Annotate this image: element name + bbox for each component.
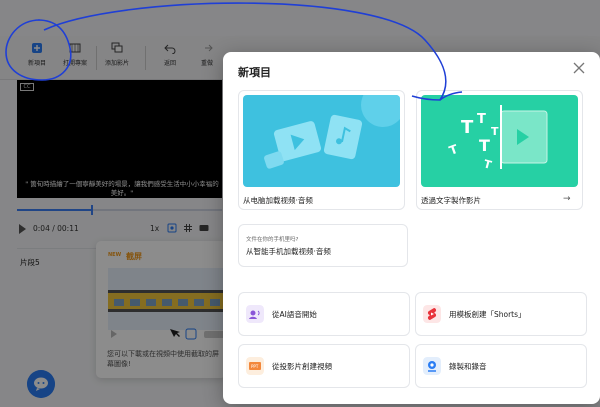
video-preview[interactable]: CC " 箇旬時描繪了一個寧靜美好的場景，讓我們感受生活中小小幸福的美好。" [17, 80, 222, 198]
shorts-label: 用模板創建「Shorts」 [449, 310, 526, 319]
redo-label: 重做 [200, 60, 213, 67]
tooltip-title: 截屏 [126, 252, 142, 261]
slides-label: 從投影片創建視頻 [272, 362, 332, 371]
shorts-icon [423, 305, 441, 323]
train-window [130, 299, 140, 306]
grid-icon[interactable] [183, 223, 193, 233]
caption-icon[interactable]: CC [20, 83, 34, 91]
train-window [162, 299, 172, 306]
add-clip-icon [111, 42, 123, 53]
clip-label: 片段5 [20, 258, 40, 267]
close-icon[interactable] [572, 61, 586, 75]
dialog-title: 新項目 [238, 66, 271, 79]
train-image [108, 290, 226, 312]
back-label: 返回 [163, 60, 176, 67]
playback-time: 0:04 / 00:11 [33, 224, 79, 233]
svg-text:PPT: PPT [251, 364, 259, 369]
plus-icon [32, 43, 42, 53]
screenshot-icon[interactable] [167, 223, 177, 233]
train-window [210, 299, 220, 306]
create-from-slides-option[interactable]: PPT 從投影片創建視頻 [238, 344, 410, 388]
new-project-dialog: 新項目 从电脑加载视频·音频 T T T T T T 透過文字製作影片 → 文件… [223, 52, 600, 404]
new-badge: NEW [108, 252, 122, 258]
text-card-label: 透過文字製作影片 [421, 196, 481, 205]
screenshot-tooltip: NEW 截屏 您可以下載或在視頻中使用截取的屏幕圖像! [96, 241, 226, 378]
add-clip-label: 添加影片 [104, 60, 129, 67]
text-to-video-card[interactable]: T T T T T T 透過文字製作影片 → [416, 90, 583, 210]
train-window [194, 299, 204, 306]
play-icon[interactable] [19, 224, 26, 234]
video-subtitle: " 箇旬時描繪了一個寧靜美好的場景，讓我們感受生活中小小幸福的美好。" [25, 180, 219, 197]
record-label: 錄製和錄音 [449, 362, 487, 371]
chat-button[interactable] [27, 370, 55, 398]
train-window [178, 299, 188, 306]
tooltip-text: 您可以下載或在視頻中使用截取的屏幕圖像! [107, 350, 219, 368]
film-icon [69, 43, 81, 53]
open-project-label: 打開專案 [62, 60, 87, 67]
tooltip-player-bar [111, 328, 226, 340]
svg-text:T: T [491, 125, 499, 138]
phone-action: 从智能手机加载视频·音频 [246, 247, 331, 256]
slides-icon: PPT [246, 357, 264, 375]
record-icon [423, 357, 441, 375]
text-to-video-illustration: T T T T T T [421, 95, 578, 187]
upload-from-computer-card[interactable]: 从电脑加载视频·音频 [238, 90, 405, 210]
start-with-ai-voice-option[interactable]: 從AI語音開始 [238, 292, 410, 336]
tooltip-illustration [108, 268, 226, 330]
record-option[interactable]: 錄製和錄音 [415, 344, 587, 388]
playback-progress[interactable] [17, 205, 222, 215]
svg-text:T: T [479, 136, 490, 155]
arrow-right-icon: → [563, 194, 571, 204]
undo-icon [164, 44, 176, 54]
add-clip-button[interactable]: 添加影片 [92, 42, 142, 76]
svg-text:T: T [477, 112, 486, 127]
playback-speed[interactable]: 1x [150, 224, 159, 233]
train-window [146, 299, 156, 306]
svg-text:T: T [461, 117, 474, 138]
ai-voice-label: 從AI語音開始 [272, 310, 317, 319]
upload-card-label: 从电脑加载视频·音频 [243, 196, 313, 205]
redo-icon [205, 44, 213, 52]
upload-illustration [243, 95, 400, 187]
subtitle-icon[interactable] [199, 223, 209, 233]
create-shorts-option[interactable]: 用模板創建「Shorts」 [415, 292, 587, 336]
phone-question: 文件在你的手机里吗? [246, 237, 299, 243]
progress-fill [17, 209, 91, 211]
upload-from-phone-card[interactable]: 文件在你的手机里吗? 从智能手机加载视频·音频 [238, 224, 408, 267]
progress-handle[interactable] [90, 205, 93, 215]
ai-voice-icon [246, 305, 264, 323]
train-window [114, 299, 124, 306]
new-project-label: 新項目 [27, 60, 46, 67]
player-controls: 0:04 / 00:11 1x [17, 222, 222, 238]
